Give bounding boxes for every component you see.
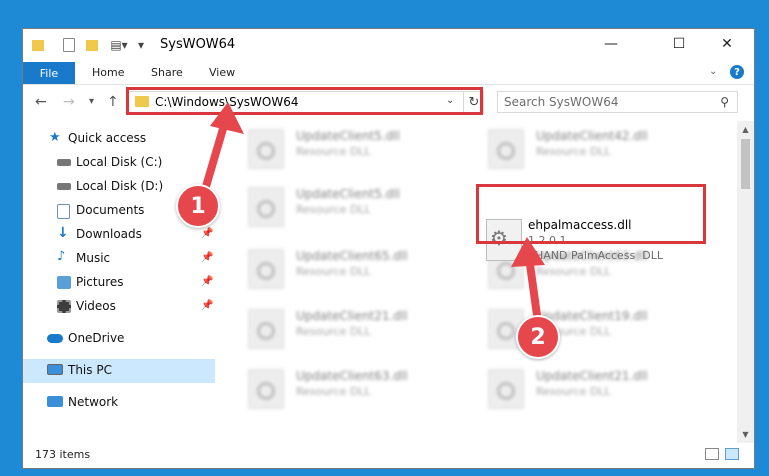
sidebar-item-label: Pictures <box>76 275 124 289</box>
drive-icon <box>57 183 71 190</box>
dll-file-icon <box>248 187 284 227</box>
search-input[interactable]: Search SysWOW64 <box>504 95 618 109</box>
sidebar-item-label: Videos <box>76 299 116 313</box>
pin-icon[interactable]: 📌 <box>201 276 213 287</box>
scrollbar-thumb[interactable] <box>741 139 750 189</box>
file-item[interactable]: UpdateClient5.dll Resource DLL <box>240 125 470 171</box>
item-count: 173 items <box>35 448 91 461</box>
step-2-badge: 2 <box>516 315 560 359</box>
drive-icon <box>57 159 71 166</box>
details-view-icon[interactable] <box>705 448 719 460</box>
documents-icon <box>57 204 70 219</box>
window-title: SysWOW64 <box>160 37 236 52</box>
new-folder-icon[interactable] <box>85 36 99 54</box>
pictures-icon <box>57 276 71 289</box>
scroll-up-icon[interactable]: ▲ <box>737 121 754 138</box>
sidebar-item-label: Local Disk (D:) <box>76 179 164 193</box>
minimize-button[interactable]: — <box>588 29 634 59</box>
file-name: UpdateClient5.dll <box>296 187 400 201</box>
ribbon-tabs: File Home Share View ⌄ ? <box>23 62 754 85</box>
expand-ribbon-icon[interactable]: ⌄ <box>709 66 717 77</box>
tab-home[interactable]: Home <box>92 66 124 79</box>
sidebar-item-network[interactable]: Network <box>23 391 215 415</box>
file-type: Resource DLL <box>536 145 611 158</box>
up-button[interactable]: ↑ <box>107 94 119 110</box>
dll-file-icon <box>488 129 524 169</box>
sidebar-item-label: Downloads <box>76 227 142 241</box>
step-1-badge: 1 <box>176 184 220 228</box>
back-button[interactable]: ← <box>35 94 47 110</box>
file-name: UpdateClient42.dll <box>536 129 648 143</box>
star-icon: ★ <box>49 130 61 145</box>
sidebar-item-label: Documents <box>76 203 145 217</box>
file-item[interactable]: UpdateClient21.dll Resource DLL <box>240 305 470 351</box>
file-type: Resource DLL <box>296 385 371 398</box>
arrow-head <box>511 237 545 267</box>
file-type: Resource DLL <box>296 145 371 158</box>
file-name: UpdateClient65.dll <box>296 249 408 263</box>
file-item[interactable]: UpdateClient21.dll Resource DLL <box>480 365 710 411</box>
file-item[interactable]: UpdateClient42.dll Resource DLL <box>480 125 710 171</box>
sidebar-item-this-pc[interactable]: This PC <box>23 359 215 383</box>
dll-file-icon <box>248 129 284 169</box>
pin-icon[interactable]: 📌 <box>201 228 213 239</box>
scroll-down-icon[interactable]: ▼ <box>737 426 754 443</box>
file-type: Resource DLL <box>296 203 371 216</box>
computer-icon <box>47 364 63 375</box>
tiles-view-icon[interactable] <box>725 448 739 460</box>
title-bar: ▤▾ ▾ SysWOW64 — ☐ ✕ <box>23 29 754 62</box>
pin-icon[interactable]: 📌 <box>201 300 213 311</box>
sidebar-item-music[interactable]: ♪ Music 📌 <box>23 247 215 271</box>
sidebar-item-label: Music <box>76 251 111 265</box>
file-list: UpdateClient5.dll Resource DLL UpdateCli… <box>216 121 736 443</box>
maximize-button[interactable]: ☐ <box>656 29 702 59</box>
sidebar-item-label: This PC <box>68 363 112 377</box>
file-item[interactable]: UpdateClient5.dll Resource DLL <box>240 183 470 229</box>
sidebar-item-label: Quick access <box>68 131 147 145</box>
file-name: UpdateClient21.dll <box>536 369 648 383</box>
sidebar-item-label: Network <box>68 395 119 409</box>
search-icon: ⚲ <box>720 95 729 109</box>
folder-icon <box>31 36 45 54</box>
file-item[interactable]: UpdateClient65.dll Resource DLL <box>240 245 470 291</box>
pin-icon[interactable]: 📌 <box>201 252 213 263</box>
close-button[interactable]: ✕ <box>704 29 750 59</box>
cloud-icon <box>47 334 63 343</box>
network-icon <box>47 396 63 407</box>
tab-file[interactable]: File <box>23 62 75 84</box>
file-type: Resource DLL <box>296 265 371 278</box>
status-bar: 173 items <box>23 443 754 468</box>
sidebar-item-videos[interactable]: Videos 📌 <box>23 295 215 319</box>
arrow-head <box>210 102 244 134</box>
sidebar-item-label: Local Disk (C:) <box>76 155 163 169</box>
forward-button[interactable]: → <box>63 94 75 110</box>
file-name: UpdateClient21.dll <box>296 309 408 323</box>
file-name: UpdateClient5.dll <box>296 129 400 143</box>
file-type: Resource DLL <box>296 325 371 338</box>
sidebar-item-onedrive[interactable]: OneDrive <box>23 327 215 351</box>
tab-view[interactable]: View <box>209 66 235 79</box>
file-name: UpdateClient63.dll <box>296 369 408 383</box>
file-item[interactable]: UpdateClient63.dll Resource DLL <box>240 365 470 411</box>
dropdown-icon[interactable]: ▾ <box>135 36 147 54</box>
download-icon: ↓ <box>57 225 69 241</box>
sidebar-item-pictures[interactable]: Pictures 📌 <box>23 271 215 295</box>
properties-icon[interactable] <box>61 36 77 54</box>
dll-file-icon <box>248 249 284 289</box>
videos-icon <box>57 300 71 313</box>
dll-file-icon <box>488 369 524 409</box>
music-icon: ♪ <box>57 249 66 264</box>
help-icon[interactable]: ? <box>730 65 744 79</box>
recent-locations-button[interactable]: ▾ <box>89 96 94 107</box>
vertical-scrollbar[interactable]: ▲ ▼ <box>737 121 754 443</box>
customize-toolbar-icon[interactable]: ▤▾ <box>107 36 131 54</box>
dll-file-icon <box>248 369 284 409</box>
sidebar-item-label: OneDrive <box>68 331 125 345</box>
tab-share[interactable]: Share <box>151 66 183 79</box>
sidebar-item-downloads[interactable]: ↓ Downloads 📌 <box>23 223 215 247</box>
file-type: Resource DLL <box>536 385 611 398</box>
dll-file-icon <box>248 309 284 349</box>
search-box[interactable]: Search SysWOW64 ⚲ <box>497 91 738 113</box>
